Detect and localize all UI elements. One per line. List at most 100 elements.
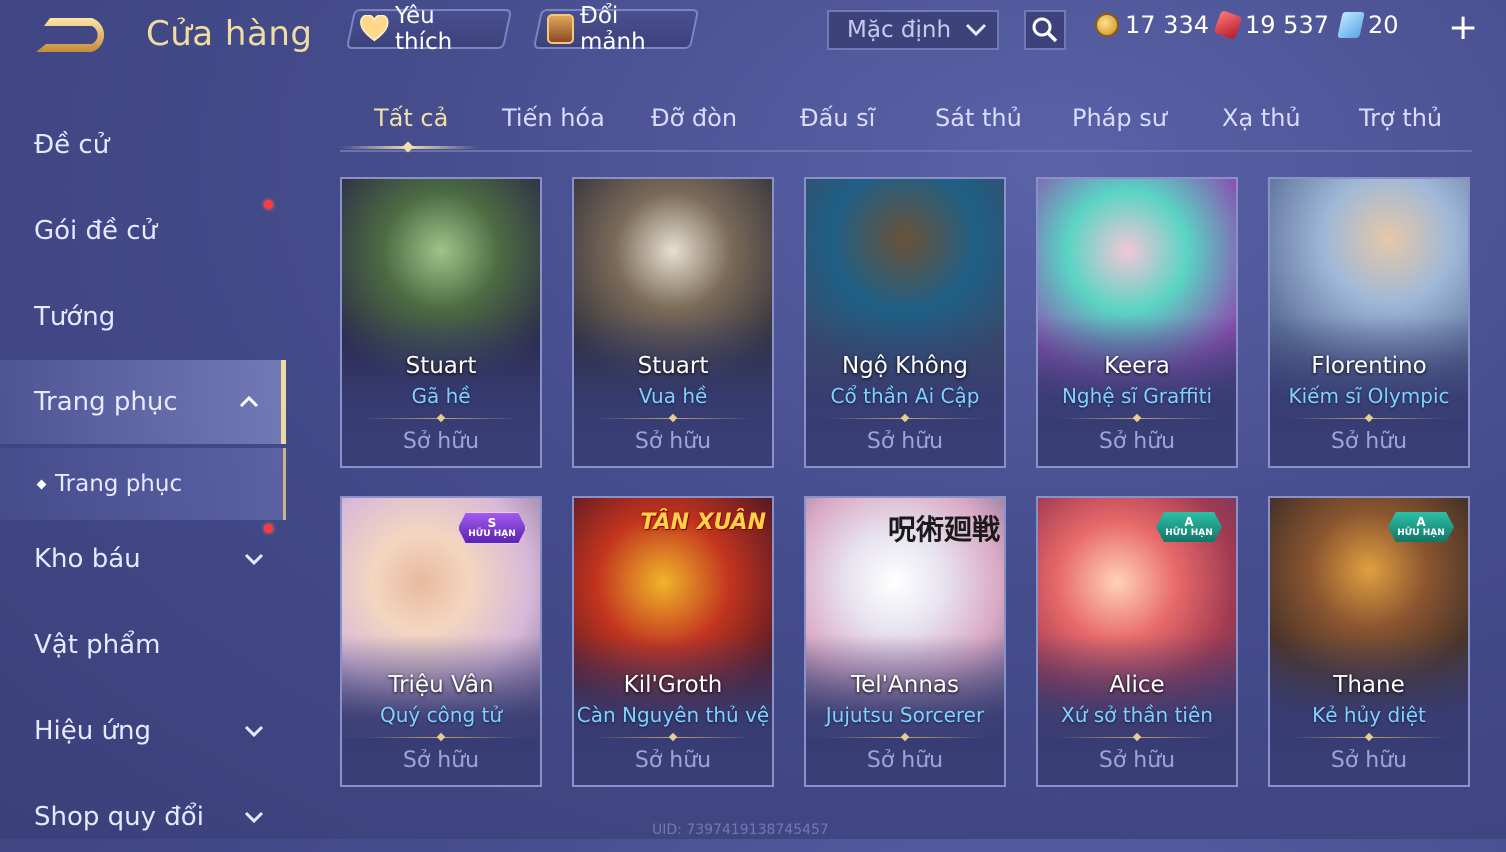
owned-status: Sở hữu [866,429,944,454]
user-id: UID: 7397419138745457 [652,822,829,838]
hero-name: Ngộ Không [841,353,969,379]
gold-balance: 17 334 [1095,11,1209,39]
sidebar-item-treasure[interactable]: Kho báu [0,524,286,594]
limited-badge: A HỮU HẠN [1388,512,1454,542]
chevron-up-icon [239,395,259,408]
sidebar-item-label: Trang phục [55,471,183,497]
skin-card[interactable]: Florentino Kiếm sĩ Olympic Sở hữu [1268,177,1470,468]
sidebar-item-effects[interactable]: Hiệu ứng [0,696,286,766]
hero-name: Florentino [1311,353,1427,379]
sidebar-item-recommended[interactable]: Đề cử [0,110,286,180]
hero-name: Triệu Vân [388,672,494,698]
voucher-balance: 20 [1337,11,1399,39]
owned-status: Sở hữu [1330,748,1408,773]
divider [1058,737,1216,738]
owned-status: Sở hữu [1330,429,1408,454]
divider [1290,418,1448,419]
sidebar-item-heroes[interactable]: Tướng [0,282,286,352]
owned-status: Sở hữu [1098,748,1176,773]
skin-grid: Stuart Gã hề Sở hữu Stuart Vua hề Sở hữu… [340,177,1472,839]
badge-tier: A [1184,515,1194,529]
page-title: Cửa hàng [146,14,313,54]
skin-name: Vua hề [638,384,708,408]
tab-assassin[interactable]: Sát thủ [935,104,1022,132]
active-tab-indicator [340,146,478,149]
event-tag: TÂN XUÂN [640,510,766,535]
hero-name: Alice [1109,672,1165,698]
tab-evolution[interactable]: Tiến hóa [502,104,605,132]
tab-fighter[interactable]: Đấu sĩ [800,104,875,132]
chest-icon [547,14,575,44]
skin-card[interactable]: Stuart Vua hề Sở hữu [572,177,774,468]
chevron-down-icon [244,811,264,824]
badge-tier: A [1416,515,1426,529]
role-filter-tabs: Tất cả Tiến hóa Đỡ đòn Đấu sĩ Sát thủ Ph… [340,96,1472,152]
tab-marksman[interactable]: Xạ thủ [1222,104,1301,132]
ruby-icon [1213,9,1243,41]
voucher-amount: 20 [1368,11,1399,39]
voucher-icon [1337,12,1365,38]
add-currency-button[interactable]: + [1448,8,1478,48]
chevron-down-icon [965,23,987,37]
owned-status: Sở hữu [634,429,712,454]
owned-status: Sở hữu [634,748,712,773]
skin-card[interactable]: S HỮU HẠN Triệu Vân Quý công tử Sở hữu [340,496,542,787]
hero-name: Thane [1333,672,1405,698]
gold-amount: 17 334 [1125,11,1209,39]
sidebar: Đề cử Gói đề cử Tướng Trang phục Trang p… [0,92,290,839]
skin-card[interactable]: Keera Nghệ sĩ Graffiti Sở hữu [1036,177,1238,468]
skin-card[interactable]: TÂN XUÂN Kil'Groth Càn Nguyên thủ vệ Sở … [572,496,774,787]
owned-status: Sở hữu [402,748,480,773]
divider [362,418,520,419]
tab-mage[interactable]: Pháp sư [1072,104,1167,132]
divider [594,418,752,419]
hero-name: Tel'Annas [851,672,959,698]
sidebar-item-items[interactable]: Vật phẩm [0,610,286,680]
divider [362,737,520,738]
sidebar-item-label: Tướng [34,302,116,332]
sort-dropdown[interactable]: Mặc định [827,10,999,50]
skin-card[interactable]: A HỮU HẠN Alice Xứ sở thần tiên Sở hữu [1036,496,1238,787]
skin-card[interactable]: Ngộ Không Cổ thần Ai Cập Sở hữu [804,177,1006,468]
sort-value: Mặc định [847,17,952,43]
tab-tank[interactable]: Đỡ đòn [651,104,737,132]
sidebar-item-label: Vật phẩm [34,630,161,660]
sidebar-item-skins[interactable]: Trang phục [0,360,286,444]
skin-name: Càn Nguyên thủ vệ [576,703,770,727]
sidebar-item-recommended-packs[interactable]: Gói đề cử [0,196,286,266]
divider [826,737,984,738]
sidebar-item-label: Đề cử [34,130,110,160]
sidebar-item-label: Kho báu [34,544,141,574]
sidebar-item-label: Gói đề cử [34,216,158,246]
limited-badge: S HỮU HẠN [458,512,526,544]
skin-card[interactable]: A HỮU HẠN Thane Kẻ hủy diệt Sở hữu [1268,496,1470,787]
badge-text: HỮU HẠN [1165,528,1213,538]
favorites-button[interactable]: Yêu thích [345,3,513,55]
sidebar-item-label: Trang phục [34,387,178,417]
search-button[interactable] [1024,10,1066,50]
divider [826,418,984,419]
tab-support[interactable]: Trợ thủ [1359,104,1442,132]
notification-dot [264,200,273,209]
divider [594,737,752,738]
limited-badge: A HỮU HẠN [1156,512,1222,542]
divider [1058,418,1216,419]
sidebar-item-label: Hiệu ứng [34,716,151,746]
badge-tier: S [487,516,497,530]
back-arrow-icon [36,18,105,52]
trade-fragments-button[interactable]: Đổi mảnh [532,3,700,55]
owned-status: Sở hữu [866,748,944,773]
skin-name: Quý công tử [379,703,503,727]
back-button[interactable] [30,12,114,58]
tab-all[interactable]: Tất cả [374,104,448,132]
notification-dot [264,524,273,533]
skin-card[interactable]: Stuart Gã hề Sở hữu [340,177,542,468]
skin-card[interactable]: 呪術廻戦 Tel'Annas Jujutsu Sorcerer Sở hữu [804,496,1006,787]
skin-name: Jujutsu Sorcerer [825,703,985,727]
heart-icon [360,15,389,42]
hero-name: Kil'Groth [623,672,723,698]
collab-logo: 呪術廻戦 [887,513,1000,546]
sidebar-subitem-skins[interactable]: Trang phục [0,448,286,520]
ruby-balance: 19 537 [1213,9,1329,41]
sidebar-item-exchange-shop[interactable]: Shop quy đổi [0,782,286,852]
